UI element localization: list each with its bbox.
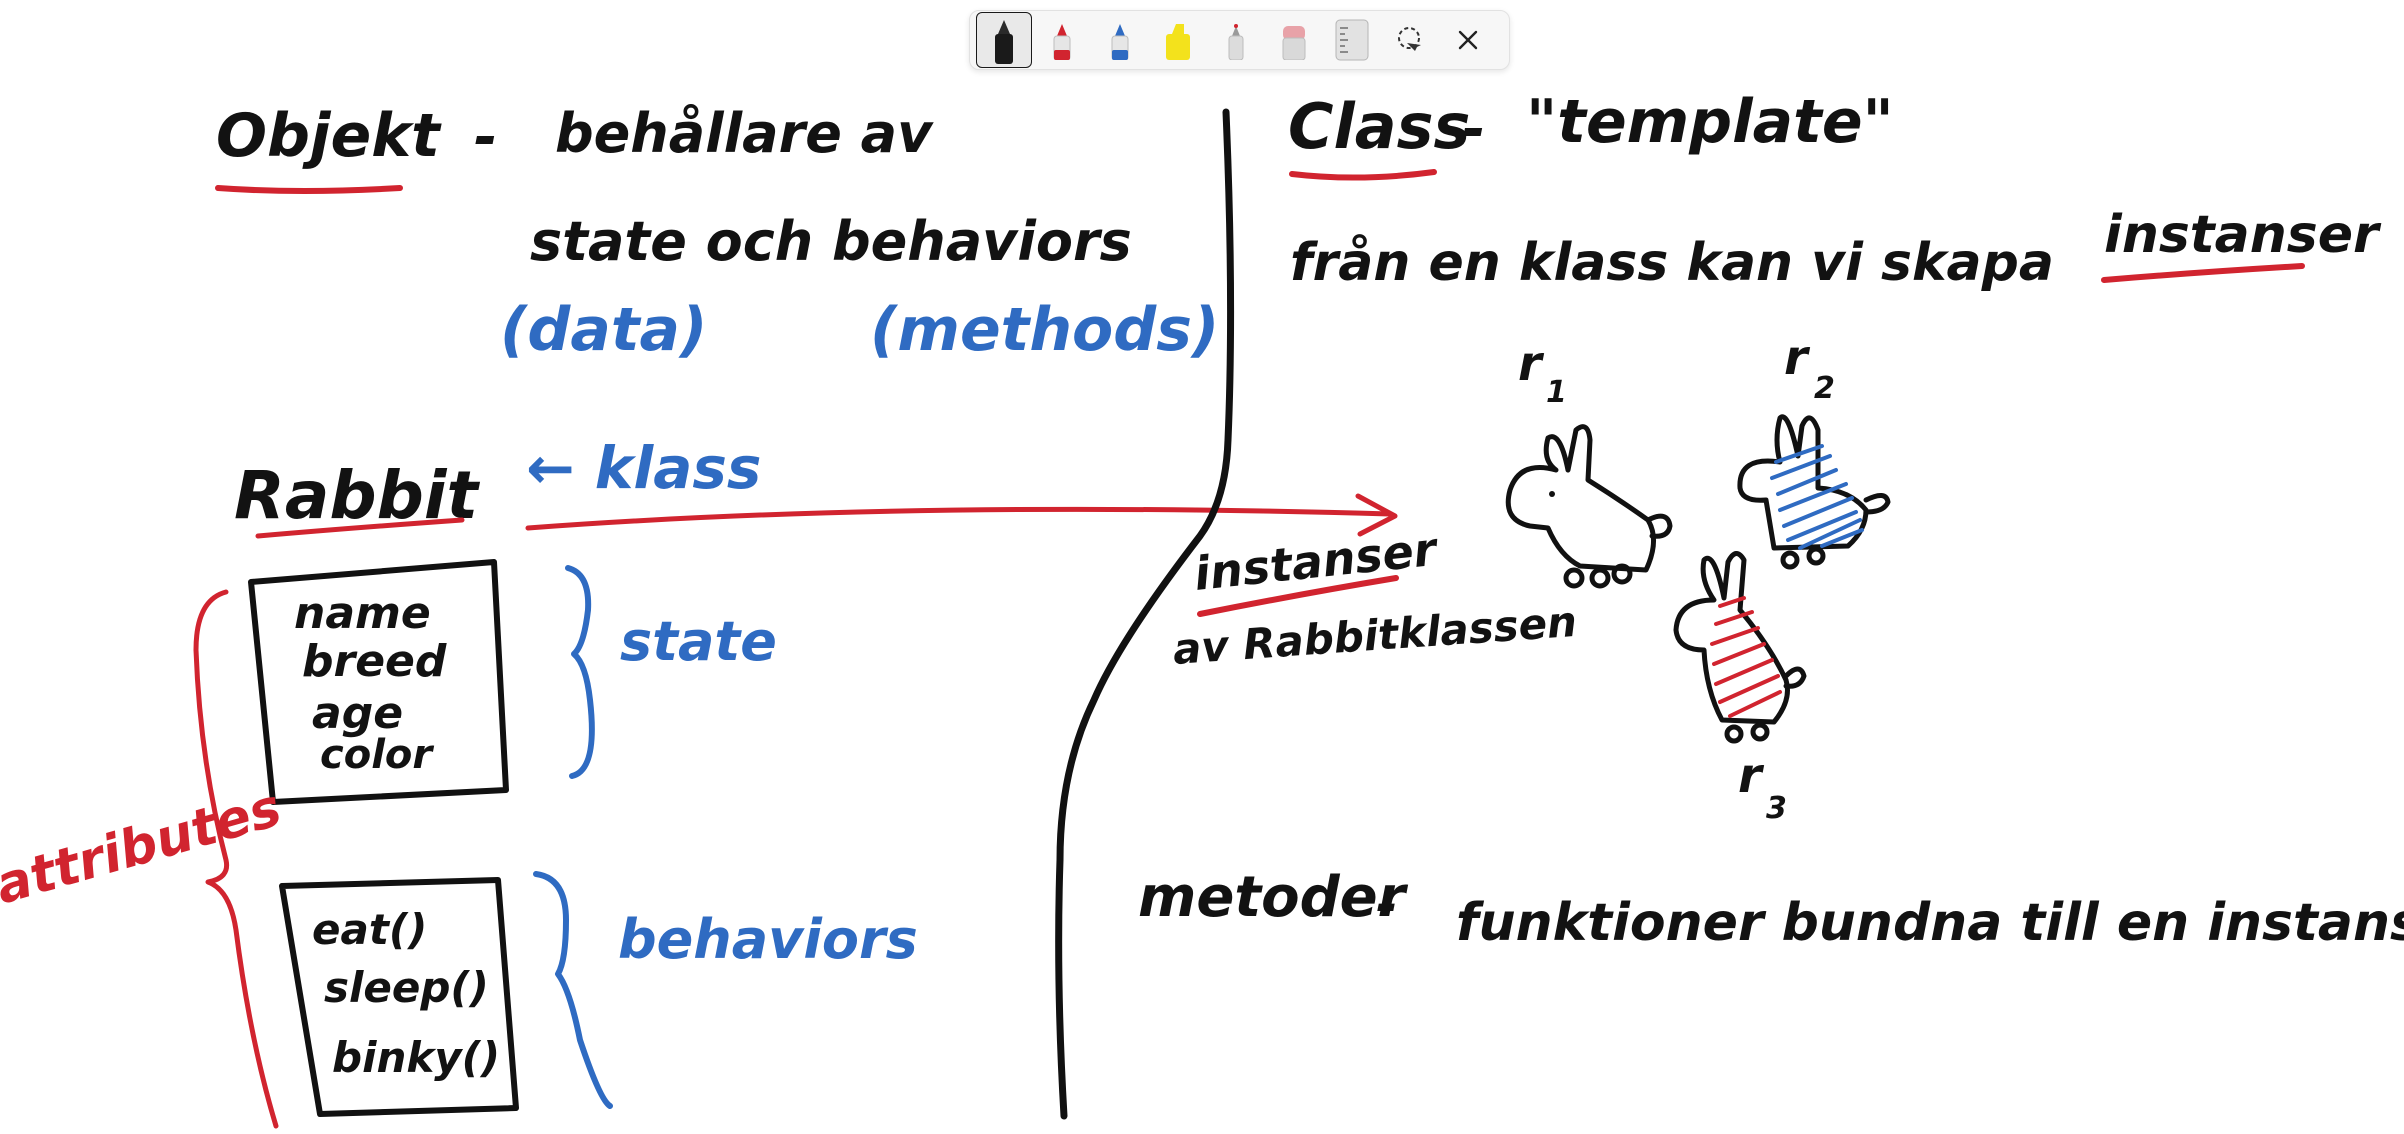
metoder-definition: funktioner bundna till en instans	[1456, 893, 2404, 953]
rabbit-r2-subscript: 2	[1814, 371, 1835, 406]
lasso-select-icon	[1398, 27, 1421, 51]
rabbit-r2-label: r	[1784, 330, 1811, 386]
rabbit-r1-subscript: 1	[1546, 375, 1567, 410]
methods-annotation: (methods)	[870, 295, 1219, 365]
metoder-heading: metoder	[1138, 865, 1409, 930]
black-pen-icon	[995, 20, 1013, 64]
state-field-color: color	[320, 732, 434, 778]
attributes-brace	[193, 589, 279, 1129]
pencil-icon	[1228, 24, 1244, 60]
yellow-highlighter-icon	[1166, 24, 1190, 60]
rabbit-r1-drawing	[1505, 424, 1673, 589]
class-to-instances-arrow	[525, 506, 1393, 531]
pen-toolbar	[969, 10, 1510, 70]
rabbit-r3-drawing	[1673, 551, 1807, 744]
behaviors-label: behaviors	[618, 908, 918, 971]
objekt-heading: Objekt	[216, 101, 442, 171]
behavior-sleep: sleep()	[324, 963, 489, 1012]
objekt-underline	[215, 185, 403, 194]
close-icon	[1458, 30, 1478, 50]
blue-pen-icon	[1111, 24, 1129, 60]
rabbit-r3-subscript: 3	[1766, 791, 1787, 826]
state-brace	[565, 565, 595, 779]
rabbit-r2-drawing	[1737, 414, 1891, 570]
klass-annotation: ← klass	[526, 434, 761, 502]
behaviors-brace	[533, 871, 613, 1109]
red-pen-icon	[1053, 24, 1071, 60]
state-label: state	[620, 610, 777, 673]
black-pen-tool[interactable]	[976, 12, 1032, 68]
red-pen-tool[interactable]	[1034, 12, 1090, 68]
rabbit-r1-label: r	[1518, 336, 1545, 392]
eraser-icon	[1282, 26, 1306, 60]
metoder-dash: -	[1376, 875, 1398, 935]
attributes-label: attributes	[0, 778, 288, 917]
ruler-icon	[1335, 19, 1369, 61]
class-dash: -	[1462, 97, 1485, 162]
close-toolbar-button[interactable]	[1440, 12, 1496, 68]
data-annotation: (data)	[500, 295, 707, 365]
rabbit-r3-label: r	[1738, 748, 1765, 804]
eraser-tool[interactable]	[1266, 12, 1322, 68]
objekt-definition-line1: behållare av	[555, 102, 934, 165]
class-description: från en klass kan vi skapa	[1290, 233, 2054, 293]
pencil-tool[interactable]	[1208, 12, 1264, 68]
class-underline	[1289, 169, 1437, 181]
behavior-binky: binky()	[332, 1033, 500, 1082]
blue-pen-tool[interactable]	[1092, 12, 1148, 68]
class-heading: Class	[1288, 90, 1470, 163]
objekt-definition-line2: state och behaviors	[530, 210, 1132, 273]
highlighter-tool[interactable]	[1150, 12, 1206, 68]
state-field-breed: breed	[302, 636, 447, 687]
instanser-underline	[2101, 263, 2305, 283]
ruler-tool[interactable]	[1324, 12, 1380, 68]
objekt-dash: -	[474, 105, 497, 170]
template-label: "template"	[1526, 87, 1894, 157]
state-field-name: name	[294, 588, 431, 639]
instanser-word: instanser	[2104, 205, 2382, 265]
lasso-select-tool[interactable]	[1382, 12, 1438, 68]
behavior-eat: eat()	[312, 905, 427, 954]
whiteboard-canvas[interactable]: Objekt - behållare av state och behavior…	[0, 0, 2404, 1134]
